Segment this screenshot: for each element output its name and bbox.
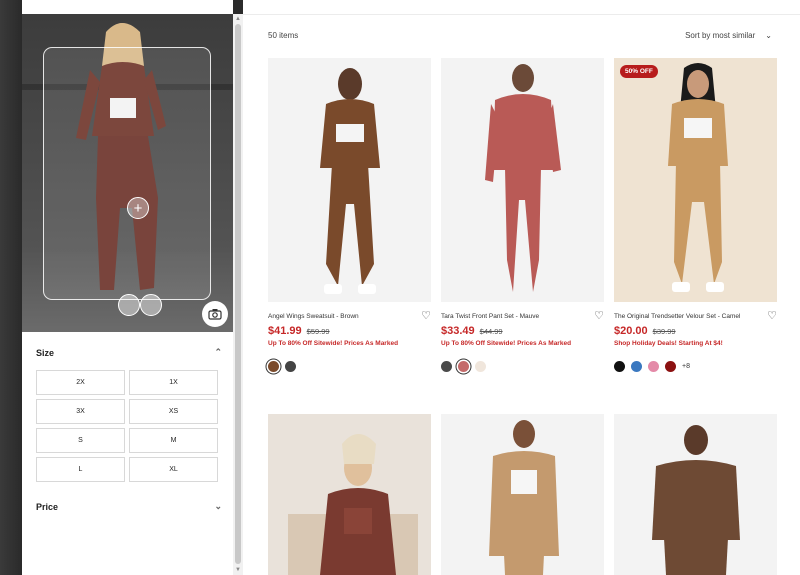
divider (243, 14, 800, 15)
promo-text[interactable]: Up To 80% Off Sitewide! Prices As Marked (268, 340, 431, 347)
model-figure (320, 68, 380, 294)
color-swatch[interactable] (285, 361, 296, 372)
backdrop (0, 0, 22, 575)
model-figure (652, 425, 740, 575)
product-image[interactable] (614, 414, 777, 575)
discount-badge: 50% OFF (620, 65, 658, 78)
color-swatches (441, 361, 604, 372)
filter-panel: + Size ⌃ 2X 1X 3X XS S M L XL Price ⌄ (22, 14, 233, 575)
camera-icon (208, 309, 222, 320)
color-swatches (268, 361, 431, 372)
product-card[interactable] (614, 414, 777, 575)
promo-text[interactable]: Shop Holiday Deals! Starting At $4! (614, 340, 777, 347)
original-price: $39.99 (652, 327, 676, 336)
size-filter-header[interactable]: Size ⌃ (36, 347, 222, 358)
product-image[interactable]: 50% OFF (614, 58, 777, 302)
crop-center-handle[interactable]: + (127, 197, 149, 219)
color-swatch[interactable] (441, 361, 452, 372)
scroll-up-icon[interactable]: ▲ (235, 16, 241, 22)
product-name[interactable]: The Original Trendsetter Velour Set - Ca… (614, 313, 740, 320)
size-filter: Size ⌃ 2X 1X 3X XS S M L XL (36, 347, 222, 482)
size-option[interactable]: 1X (129, 370, 218, 395)
sale-price: $20.00 (614, 325, 648, 337)
size-filter-title: Size (36, 347, 55, 358)
color-swatch[interactable] (475, 361, 486, 372)
product-name[interactable]: Angel Wings Sweatsuit - Brown (268, 313, 359, 320)
product-card[interactable]: 50% OFF The Original Trendsetter Velour … (614, 58, 777, 372)
color-swatch[interactable] (648, 361, 659, 372)
size-option[interactable]: M (129, 428, 218, 453)
size-option[interactable]: L (36, 457, 125, 482)
more-colors[interactable]: +8 (682, 363, 690, 370)
scroll-thumb[interactable] (235, 24, 241, 564)
crop-dot-handle[interactable] (140, 294, 162, 316)
color-swatch[interactable] (268, 361, 279, 372)
item-count: 50 items (268, 31, 299, 40)
price-filter-title: Price (36, 501, 59, 512)
price-filter: Price ⌄ (36, 501, 222, 512)
model-figure (485, 64, 561, 292)
size-option[interactable]: S (36, 428, 125, 453)
original-price: $44.99 (479, 327, 503, 336)
size-option[interactable]: XS (129, 399, 218, 424)
crop-dot-handle[interactable] (118, 294, 140, 316)
panel-scrollbar[interactable]: ▲ ▼ (233, 14, 243, 575)
sort-dropdown[interactable]: Sort by most similar ⌄ (685, 31, 772, 40)
model-figure (489, 420, 559, 575)
product-image[interactable] (268, 414, 431, 575)
price-filter-header[interactable]: Price ⌄ (36, 501, 222, 512)
product-image[interactable] (441, 414, 604, 575)
size-option[interactable]: XL (129, 457, 218, 482)
model-figure (288, 434, 418, 575)
chevron-up-icon[interactable]: ⌃ (214, 347, 222, 358)
color-swatch[interactable] (614, 361, 625, 372)
size-option[interactable]: 2X (36, 370, 125, 395)
results-area: 50 items Sort by most similar ⌄ Angel Wi… (243, 0, 800, 575)
color-swatch[interactable] (665, 361, 676, 372)
camera-button[interactable] (202, 301, 228, 327)
product-card[interactable]: Angel Wings Sweatsuit - Brown ♡ $41.99 $… (268, 58, 431, 372)
product-image[interactable] (441, 58, 604, 302)
product-card[interactable] (268, 414, 431, 575)
chevron-down-icon: ⌄ (765, 31, 772, 40)
top-strip (22, 0, 233, 14)
size-option[interactable]: 3X (36, 399, 125, 424)
sale-price: $33.49 (441, 325, 475, 337)
product-name[interactable]: Tara Twist Front Pant Set - Mauve (441, 313, 539, 320)
size-grid: 2X 1X 3X XS S M L XL (36, 370, 222, 482)
color-swatch[interactable] (631, 361, 642, 372)
product-card[interactable] (441, 414, 604, 575)
heart-icon[interactable]: ♡ (594, 311, 604, 322)
color-swatch[interactable] (458, 361, 469, 372)
product-image[interactable] (268, 58, 431, 302)
sort-label: Sort by most similar (685, 31, 756, 40)
chevron-down-icon[interactable]: ⌄ (214, 501, 222, 512)
product-card[interactable]: Tara Twist Front Pant Set - Mauve ♡ $33.… (441, 58, 604, 372)
color-swatches: +8 (614, 361, 777, 372)
search-photo: + (22, 14, 233, 332)
promo-text[interactable]: Up To 80% Off Sitewide! Prices As Marked (441, 340, 604, 347)
scroll-down-icon[interactable]: ▼ (235, 567, 241, 573)
original-price: $59.99 (306, 327, 330, 336)
heart-icon[interactable]: ♡ (767, 311, 777, 322)
sale-price: $41.99 (268, 325, 302, 337)
model-figure (668, 63, 728, 292)
heart-icon[interactable]: ♡ (421, 311, 431, 322)
crop-frame[interactable] (43, 47, 211, 300)
